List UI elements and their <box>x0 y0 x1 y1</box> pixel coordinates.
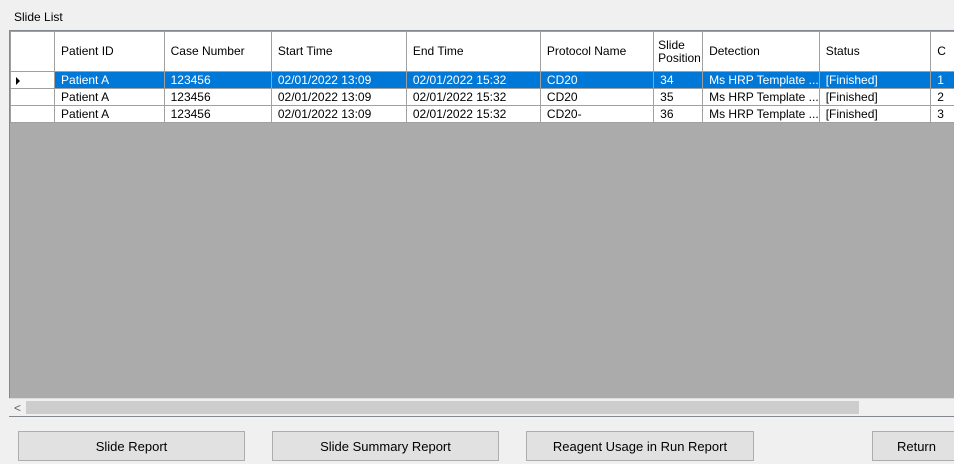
row-header-corner <box>10 31 56 72</box>
row-header[interactable] <box>10 71 56 89</box>
cell[interactable]: CD20 <box>539 88 655 106</box>
cell[interactable]: Patient A <box>54 71 165 89</box>
scroll-left-button[interactable]: < <box>9 399 26 416</box>
cell[interactable]: 35 <box>653 88 704 106</box>
column-header[interactable]: Case Number <box>163 31 272 72</box>
slide-table: Patient ID Case Number Start Time End Ti… <box>10 31 954 123</box>
column-header[interactable]: Patient ID <box>54 31 165 72</box>
cell[interactable]: 34 <box>653 71 704 89</box>
row-header[interactable] <box>10 105 56 123</box>
cell[interactable]: 02/01/2022 13:09 <box>270 88 407 106</box>
cell[interactable]: 123456 <box>163 105 272 123</box>
scrollbar-thumb[interactable] <box>26 401 859 414</box>
table-row[interactable]: Patient A 123456 02/01/2022 13:09 02/01/… <box>10 88 954 106</box>
horizontal-scrollbar[interactable]: < <box>9 398 954 416</box>
header-row: Patient ID Case Number Start Time End Ti… <box>10 31 954 72</box>
cell[interactable]: 02/01/2022 15:32 <box>405 88 541 106</box>
column-header[interactable]: Status <box>818 31 932 72</box>
cell[interactable]: CD20- <box>539 105 655 123</box>
cell[interactable]: [Finished] <box>818 71 932 89</box>
slide-list-grid[interactable]: Patient ID Case Number Start Time End Ti… <box>9 30 954 417</box>
reagent-usage-report-button[interactable]: Reagent Usage in Run Report <box>526 431 754 461</box>
cell[interactable]: 02/01/2022 13:09 <box>270 105 407 123</box>
table-row[interactable]: Patient A 123456 02/01/2022 13:09 02/01/… <box>10 71 954 89</box>
cell[interactable]: CD20 <box>539 71 655 89</box>
column-header[interactable]: Detection <box>702 31 820 72</box>
column-header[interactable]: End Time <box>405 31 541 72</box>
cell[interactable]: 02/01/2022 13:09 <box>270 71 407 89</box>
slide-report-button[interactable]: Slide Report <box>18 431 245 461</box>
chevron-left-icon: < <box>13 400 21 415</box>
cell[interactable]: Ms HRP Template ... <box>702 105 820 123</box>
column-header[interactable]: C <box>930 31 954 72</box>
column-header[interactable]: Start Time <box>270 31 407 72</box>
cell[interactable]: 123456 <box>163 71 272 89</box>
cell[interactable]: [Finished] <box>818 88 932 106</box>
current-row-icon <box>16 76 20 85</box>
column-header[interactable]: Slide Position <box>653 31 704 72</box>
cell[interactable]: Ms HRP Template ... <box>702 71 820 89</box>
cell[interactable]: 1 <box>930 71 954 89</box>
row-header[interactable] <box>10 88 56 106</box>
cell[interactable]: 02/01/2022 15:32 <box>405 105 541 123</box>
cell[interactable]: 36 <box>653 105 704 123</box>
cell[interactable]: [Finished] <box>818 105 932 123</box>
slide-summary-report-button[interactable]: Slide Summary Report <box>272 431 499 461</box>
cell[interactable]: Patient A <box>54 105 165 123</box>
column-header[interactable]: Protocol Name <box>539 31 655 72</box>
table-row[interactable]: Patient A 123456 02/01/2022 13:09 02/01/… <box>10 105 954 123</box>
cell[interactable]: 3 <box>930 105 954 123</box>
cell[interactable]: Patient A <box>54 88 165 106</box>
cell[interactable]: 02/01/2022 15:32 <box>405 71 541 89</box>
cell[interactable]: Ms HRP Template ... <box>702 88 820 106</box>
return-button[interactable]: Return <box>872 431 954 461</box>
cell[interactable]: 2 <box>930 88 954 106</box>
slide-list-title: Slide List <box>14 10 63 24</box>
cell[interactable]: 123456 <box>163 88 272 106</box>
